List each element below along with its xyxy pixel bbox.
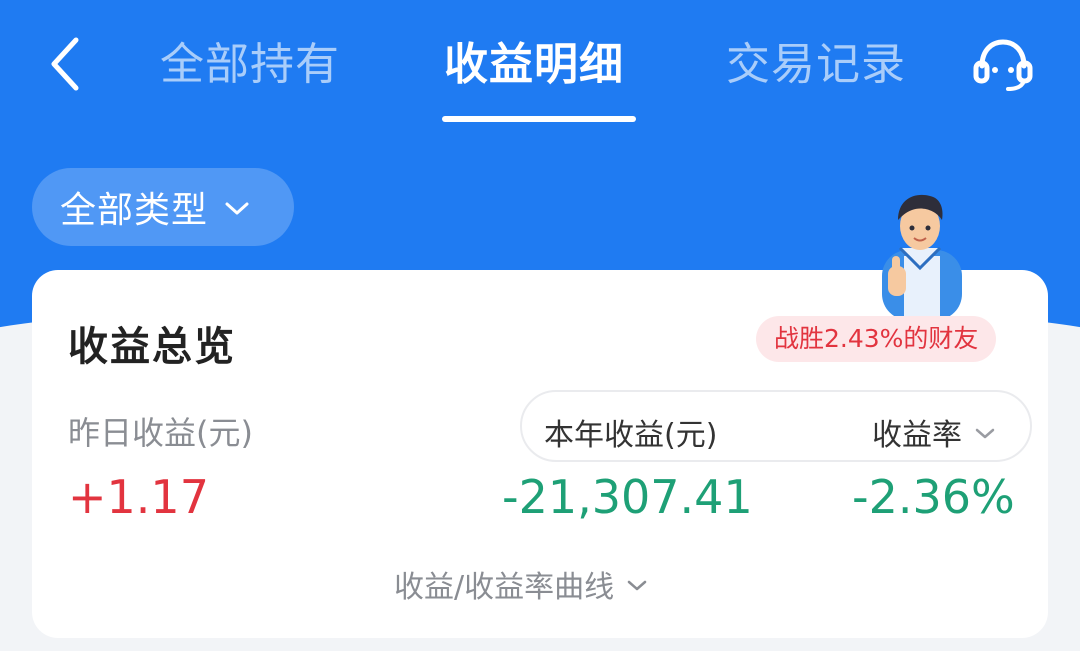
yesterday-income-label: 昨日收益(元) [68,414,253,452]
income-overview-card: 收益总览 战胜2.43%的财友 昨日收益(元) +1.17 本年收益(元) 收益… [32,194,1048,638]
customer-service-button[interactable] [970,34,1036,96]
chevron-down-icon [627,580,647,591]
tab-income-details[interactable]: 收益明细 [444,30,624,100]
return-rate-selector[interactable]: 收益率 [872,410,996,454]
beat-percentage-badge: 战胜2.43%的财友 [756,316,997,362]
year-income-label: 本年收益(元) [544,418,718,453]
chevron-down-icon [225,202,249,215]
back-button[interactable] [40,34,90,94]
active-tab-indicator [442,116,636,122]
back-chevron-icon [51,37,79,91]
type-filter-dropdown[interactable]: 全部类型 [32,168,294,246]
income-curve-toggle[interactable]: 收益/收益率曲线 [394,562,648,606]
yesterday-income-value: +1.17 [68,470,209,524]
income-details-screen: 全部持有 收益明细 交易记录 全部类型 收益总览 战胜2.43%的财友 昨日收益… [0,0,1080,651]
mascot-illustration [882,194,962,316]
tab-all-holdings[interactable]: 全部持有 [160,30,340,100]
chevron-down-icon [975,428,995,439]
customer-service-icon [973,39,1033,91]
overview-title: 收益总览 [68,324,236,370]
year-income-header: 本年收益(元) 收益率 [520,390,1032,462]
return-rate-label: 收益率 [872,418,962,453]
return-rate-value: -2.36% [852,470,1015,524]
tab-transaction-records[interactable]: 交易记录 [726,30,906,100]
income-curve-label: 收益/收益率曲线 [394,570,615,605]
type-filter-label: 全部类型 [60,190,209,231]
year-income-value: -21,307.41 [502,470,753,524]
